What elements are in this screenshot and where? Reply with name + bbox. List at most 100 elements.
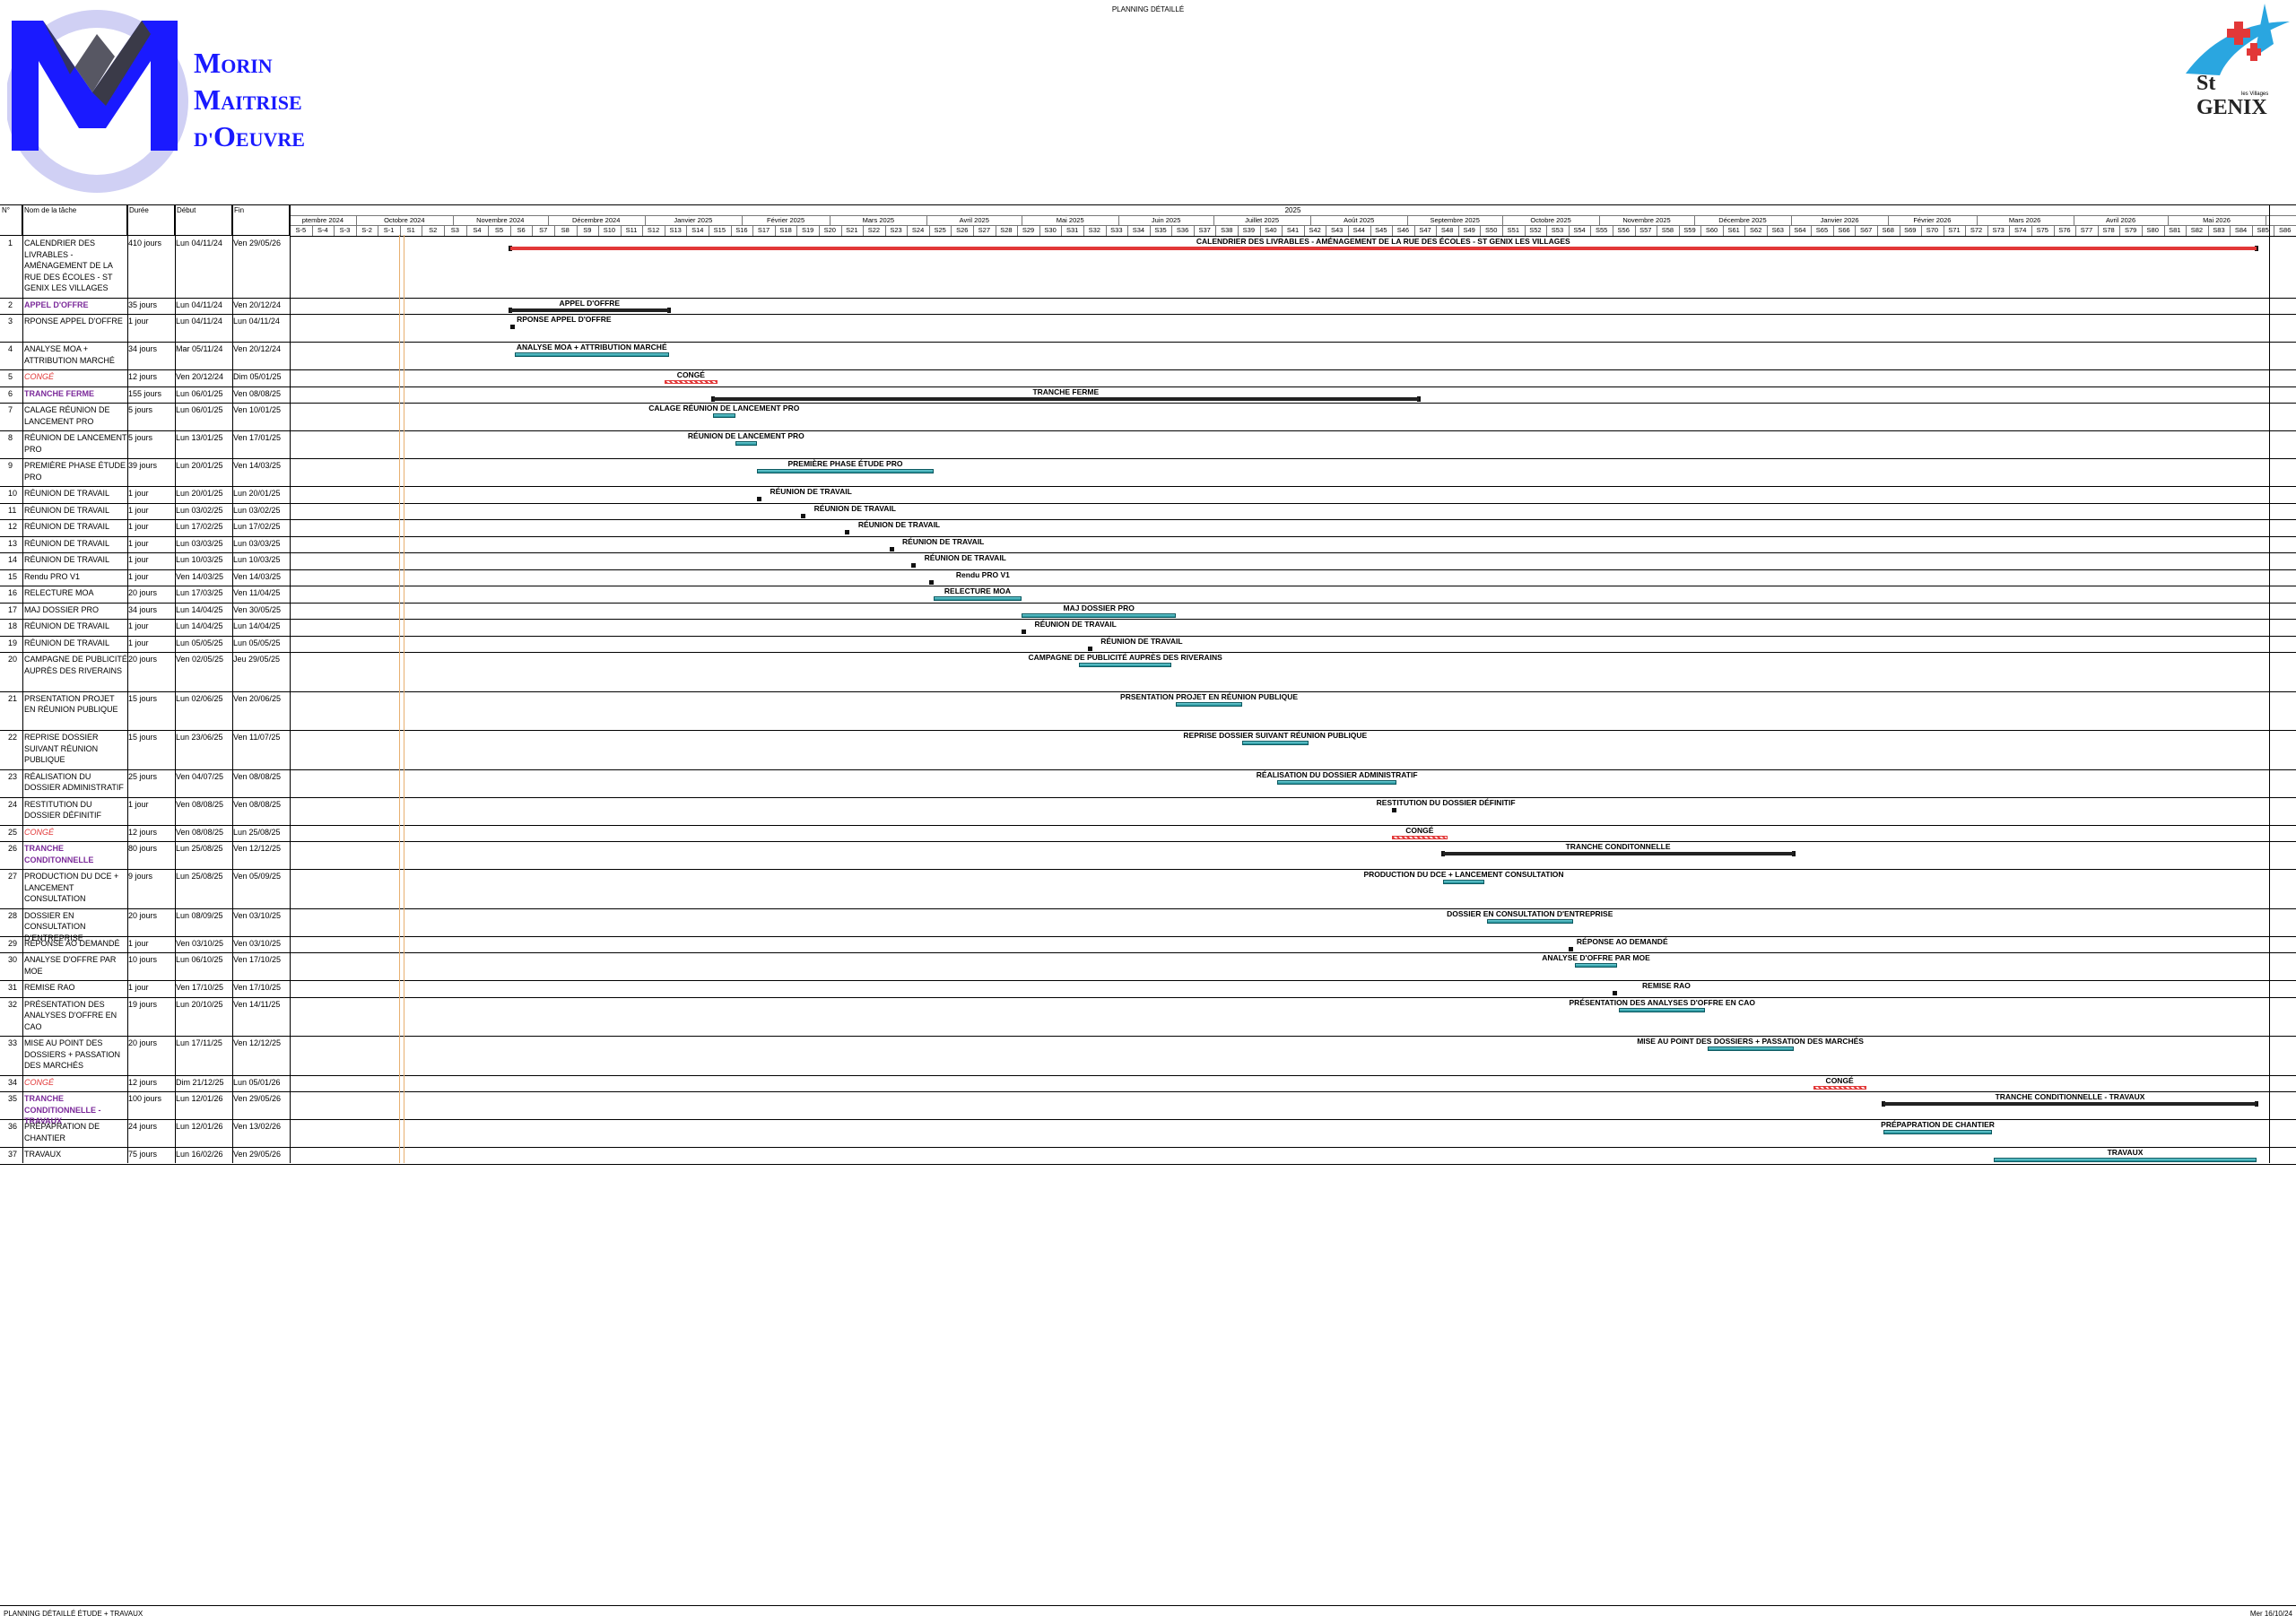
month-cell: ptembre 2024 [290, 215, 357, 225]
task-duration: 1 jour [128, 522, 149, 531]
task-end: Ven 12/12/25 [233, 844, 282, 853]
task-duration: 5 jours [128, 433, 153, 442]
task-id: 21 [8, 693, 18, 703]
week-cell: S63 [1767, 225, 1790, 236]
task-duration: 12 jours [128, 372, 158, 381]
task-end: Ven 29/05/26 [233, 239, 282, 248]
task-duration: 19 jours [128, 999, 158, 1009]
week-cell: S10 [598, 225, 622, 236]
week-cell: S-4 [312, 225, 335, 236]
task-id: 3 [8, 317, 13, 326]
bar-label: RÉUNION DE TRAVAIL [901, 536, 985, 546]
week-cell: S18 [775, 225, 798, 236]
week-cell: S35 [1150, 225, 1173, 236]
conge-bar [664, 380, 718, 384]
footer-date: Mer 16/10/24 [2249, 1610, 2292, 1618]
week-cell: S34 [1127, 225, 1151, 236]
week-cell: S37 [1194, 225, 1217, 236]
task-end: Ven 29/05/26 [233, 1094, 282, 1103]
task-duration: 9 jours [128, 872, 153, 881]
task-start: Ven 08/08/25 [176, 799, 224, 809]
week-cell: S53 [1546, 225, 1570, 236]
task-id: 30 [8, 955, 18, 964]
task-name: PRSENTATION PROJET EN RÉUNION PUBLIQUE [24, 693, 118, 715]
task-id: 9 [8, 461, 13, 470]
task-end: Ven 03/10/25 [233, 938, 282, 948]
month-cell: Novembre 2024 [453, 215, 549, 225]
task-start: Lun 13/01/25 [176, 433, 223, 442]
week-cell: S6 [510, 225, 534, 236]
task-id: 33 [8, 1038, 18, 1047]
task-id: 36 [8, 1122, 18, 1131]
task-bar [1994, 1158, 2257, 1162]
task-name: RÉUNION DE TRAVAIL [24, 538, 110, 548]
task-duration: 5 jours [128, 405, 153, 414]
task-end: Dim 05/01/25 [233, 372, 282, 381]
task-name: TRAVAUX [24, 1150, 62, 1159]
task-bar [1883, 1130, 1992, 1134]
task-name: PREMIÈRE PHASE ÉTUDE PRO [24, 461, 126, 482]
task-id: 15 [8, 571, 18, 581]
task-duration: 20 jours [128, 655, 158, 664]
week-cell: S72 [1965, 225, 1988, 236]
task-id: 31 [8, 983, 18, 992]
week-cell: S23 [885, 225, 909, 236]
task-end: Ven 30/05/25 [233, 604, 282, 614]
task-row: 12 RÉUNION DE TRAVAIL 1 jour Lun 17/02/25 Lu… [0, 519, 2296, 537]
week-cell: S67 [1855, 225, 1878, 236]
bar-label: PRÉSENTATION DES ANALYSES D'OFFRE EN CAO [1569, 997, 1755, 1007]
task-end: Lun 20/01/25 [233, 489, 281, 498]
task-id: 16 [8, 588, 18, 597]
week-cell: S44 [1348, 225, 1371, 236]
bar-label: ANALYSE D'OFFRE PAR MOE [1542, 953, 1650, 962]
column-divider [2269, 204, 2270, 1163]
task-id: 10 [8, 489, 18, 498]
bar-label: TRANCHE CONDITIONNELLE - TRAVAUX [1995, 1092, 2145, 1101]
week-cell: S84 [2230, 225, 2253, 236]
bar-label: RÉUNION DE TRAVAIL [1034, 620, 1117, 629]
task-bar [1079, 663, 1172, 667]
month-cell: Décembre 2025 [1694, 215, 1793, 225]
task-bar [1022, 612, 1177, 618]
task-end: Lun 04/11/24 [233, 317, 280, 326]
week-cell: S54 [1569, 225, 1592, 236]
bar-label: MAJ DOSSIER PRO [1063, 603, 1135, 612]
summary-bar [509, 247, 2257, 250]
week-cell: S82 [2186, 225, 2209, 236]
task-end: Jeu 29/05/25 [233, 655, 281, 664]
month-cell: Septembre 2025 [1407, 215, 1504, 225]
task-name: TRANCHE CONDITONNELLE [24, 844, 94, 864]
week-cell: S2 [422, 225, 446, 236]
bar-label: RESTITUTION DU DOSSIER DÉFINITIF [1376, 797, 1516, 807]
week-cell: S74 [2009, 225, 2032, 236]
task-id: 23 [8, 771, 18, 781]
task-duration: 12 jours [128, 1077, 158, 1087]
month-cell: Novembre 2025 [1599, 215, 1695, 225]
bar-label: RÉALISATION DU DOSSIER ADMINISTRATIF [1256, 769, 1418, 779]
task-end: Lun 17/02/25 [233, 522, 281, 531]
week-cell: S22 [863, 225, 886, 236]
month-cell: Février 2026 [1888, 215, 1978, 225]
task-start: Lun 20/01/25 [176, 461, 223, 470]
task-name: MISE AU POINT DES DOSSIERS + PASSATION D… [24, 1038, 120, 1070]
task-start: Ven 17/10/25 [176, 983, 224, 992]
bar-label: RPONSE APPEL D'OFFRE [517, 315, 612, 324]
task-name: CONGÉ [24, 827, 55, 837]
week-cell: S32 [1083, 225, 1107, 236]
task-name: REPRISE DOSSIER SUIVANT RÉUNION PUBLIQUE [24, 733, 99, 764]
task-end: Ven 17/10/25 [233, 955, 282, 964]
task-bar [1241, 741, 1309, 745]
task-start: Lun 10/03/25 [176, 555, 223, 564]
week-cell: S70 [1921, 225, 1944, 236]
week-cell: S19 [796, 225, 820, 236]
task-name: RÉUNION DE TRAVAIL [24, 555, 110, 564]
task-id: 28 [8, 910, 18, 920]
week-cell: S36 [1171, 225, 1195, 236]
month-cell: Mars 2026 [1977, 215, 2074, 225]
task-bar [1707, 1046, 1794, 1051]
task-start: Lun 16/02/26 [176, 1150, 223, 1159]
task-row: 35 TRANCHE CONDITIONNELLE - TRAVAUX 100 jo… [0, 1091, 2296, 1125]
week-cell: S50 [1480, 225, 1504, 236]
task-row: 13 RÉUNION DE TRAVAIL 1 jour Lun 03/03/25 Lu… [0, 536, 2296, 553]
bar-label: DOSSIER EN CONSULTATION D'ENTREPRISE [1447, 908, 1613, 918]
